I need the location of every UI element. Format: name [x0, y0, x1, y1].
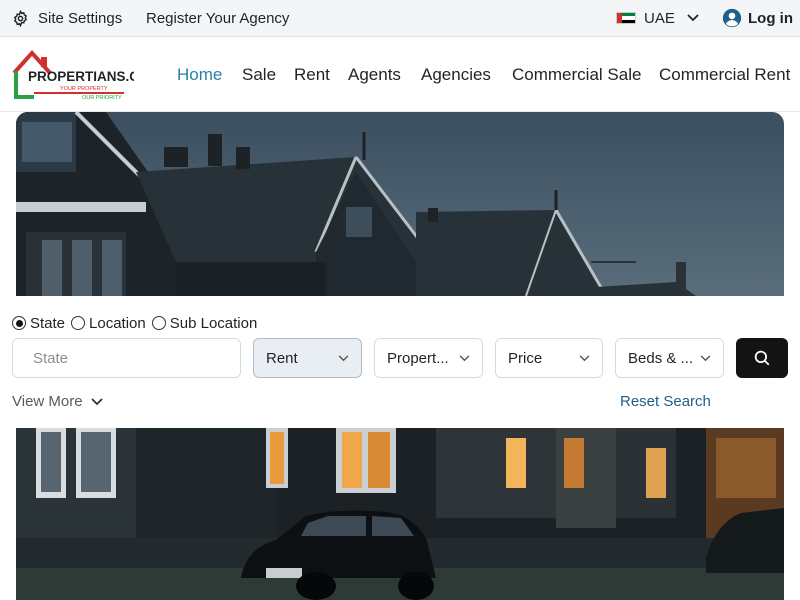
price-value: Price — [508, 349, 543, 367]
chevron-down-icon — [338, 354, 349, 361]
logo-tagline-2: OUR PRIORITY — [82, 95, 122, 101]
site-settings-label: Site Settings — [38, 9, 123, 27]
view-more-toggle[interactable]: View More — [12, 393, 103, 410]
radio-state-label: State — [30, 314, 66, 332]
login-label: Log in — [748, 9, 793, 27]
register-agency-label: Register Your Agency — [146, 9, 290, 27]
chevron-down-icon — [459, 354, 470, 361]
logo-tagline-1: YOUR PROPERTY — [60, 86, 108, 92]
register-agency-link[interactable]: Register Your Agency — [146, 0, 289, 36]
logo-wordmark: PROPERTIANS.COM — [28, 69, 134, 84]
country-label: UAE — [644, 9, 675, 27]
nav-agencies[interactable]: Agencies — [421, 65, 491, 85]
nav-rent[interactable]: Rent — [294, 65, 330, 85]
radio-location-label: Location — [89, 314, 146, 332]
nav-commercial-rent[interactable]: Commercial Rent — [659, 65, 790, 85]
beds-baths-select[interactable]: Beds & ... — [615, 338, 724, 378]
uae-flag-icon — [616, 12, 636, 24]
search-icon — [754, 350, 770, 366]
login-button[interactable]: Log in — [722, 0, 793, 36]
site-logo[interactable]: PROPERTIANS.COM YOUR PROPERTY OUR PRIORI… — [12, 49, 161, 101]
chevron-down-icon — [579, 354, 590, 361]
price-select[interactable]: Price — [495, 338, 603, 378]
radio-sub-location-label: Sub Location — [169, 314, 258, 332]
user-circle-icon — [722, 8, 742, 28]
nav-agents[interactable]: Agents — [348, 65, 401, 85]
listing-banner-image — [16, 428, 784, 600]
chevron-down-icon — [90, 397, 103, 405]
listing-type-value: Rent — [266, 349, 298, 367]
nav-home[interactable]: Home — [177, 65, 222, 85]
state-search-input[interactable] — [12, 338, 241, 378]
site-settings-link[interactable]: Site Settings — [12, 0, 122, 36]
radio-sub-location-circle[interactable] — [151, 316, 166, 330]
radio-location-circle[interactable] — [71, 316, 86, 330]
house-logo-icon: PROPERTIANS.COM YOUR PROPERTY OUR PRIORI… — [12, 50, 161, 101]
radio-location[interactable]: Location — [71, 315, 146, 332]
top-bar: Site Settings Register Your Agency UAE L… — [0, 0, 800, 37]
nav-commercial-sale[interactable]: Commercial Sale — [512, 65, 641, 85]
main-header: PROPERTIANS.COM YOUR PROPERTY OUR PRIORI… — [0, 37, 800, 112]
nav-sale[interactable]: Sale — [242, 65, 276, 85]
chevron-down-icon — [700, 354, 711, 361]
country-selector[interactable]: UAE — [616, 0, 699, 36]
hero-image — [16, 112, 784, 296]
beds-baths-value: Beds & ... — [628, 349, 694, 367]
radio-state[interactable]: State — [12, 315, 65, 332]
reset-search-link[interactable]: Reset Search — [620, 393, 711, 410]
radio-sub-location[interactable]: Sub Location — [151, 314, 258, 332]
search-button[interactable] — [736, 338, 788, 378]
listing-type-select[interactable]: Rent — [253, 338, 362, 378]
property-type-select[interactable]: Propert... — [374, 338, 483, 378]
radio-state-circle[interactable] — [12, 316, 26, 330]
chevron-down-icon — [687, 14, 699, 22]
location-type-radios: State Location Sub Location — [12, 314, 263, 332]
gear-icon — [13, 9, 28, 27]
property-type-value: Propert... — [387, 349, 449, 367]
view-more-label: View More — [12, 393, 83, 410]
